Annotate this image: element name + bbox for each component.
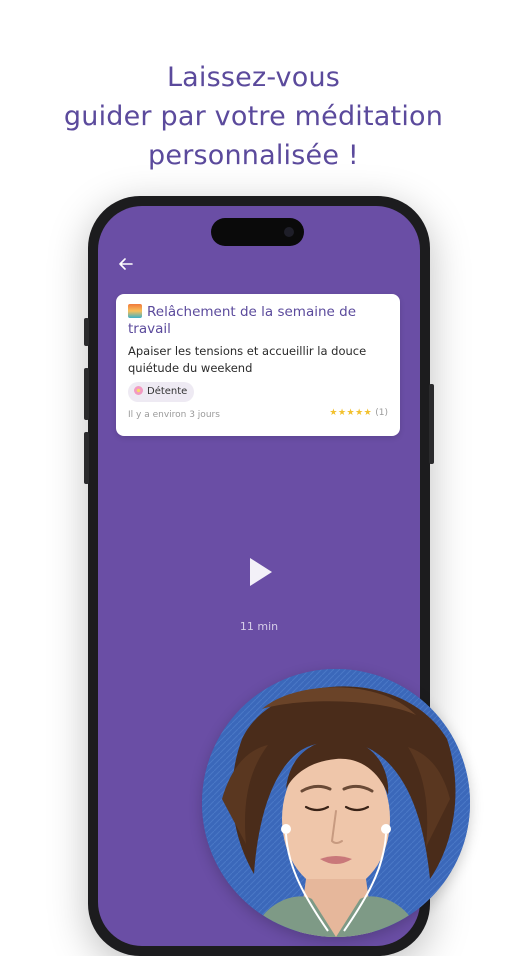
back-button[interactable] <box>115 253 137 275</box>
tag-label: Détente <box>147 386 188 397</box>
headline: Laissez-vous guider par votre méditation… <box>0 58 507 175</box>
card-title-row: Relâchement de la semaine de travail <box>128 304 390 338</box>
arrow-left-icon <box>119 258 133 270</box>
category-tag[interactable]: Détente <box>128 382 195 402</box>
play-button[interactable] <box>244 552 278 592</box>
phone-side-button <box>84 318 89 346</box>
headline-line-2: guider par votre méditation <box>63 101 444 132</box>
phone-volume-down <box>84 432 89 484</box>
duration-label: 11 min <box>239 620 279 633</box>
front-camera <box>284 227 294 237</box>
headline-line-3: personnalisée ! <box>148 140 359 171</box>
portrait-illustration <box>202 669 470 937</box>
card-description: Apaiser les tensions et accueillir la do… <box>128 344 367 375</box>
flower-icon <box>134 386 143 395</box>
dynamic-island <box>211 218 304 246</box>
phone-power-button <box>429 384 434 464</box>
rating-count: (1) <box>375 408 388 418</box>
meditation-card[interactable]: Relâchement de la semaine de travail Apa… <box>116 294 400 436</box>
sunrise-emoji-icon <box>128 304 142 318</box>
phone-volume-up <box>84 368 89 420</box>
card-title: Relâchement de la semaine de travail <box>128 304 357 337</box>
woman-with-earphones-photo <box>202 669 470 937</box>
headline-line-1: Laissez-vous <box>166 62 341 93</box>
card-timestamp: Il y a environ 3 jours <box>128 410 220 420</box>
card-rating: ★★★★★ (1) <box>329 408 388 418</box>
play-icon <box>250 558 272 586</box>
rating-stars: ★★★★★ <box>329 408 373 418</box>
